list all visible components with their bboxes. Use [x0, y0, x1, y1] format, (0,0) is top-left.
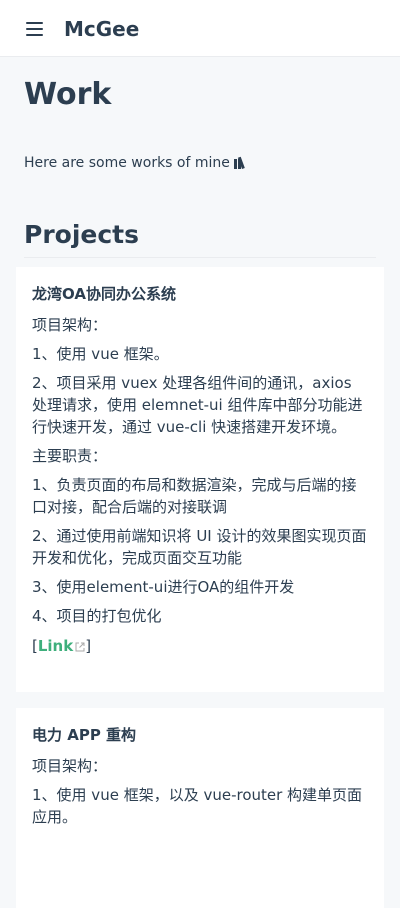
- project-title: 龙湾OA协同办公系统: [32, 285, 176, 303]
- project-line: 4、项目的打包优化: [32, 607, 162, 625]
- project-line: 项目架构：: [32, 757, 108, 775]
- intro-label: Here are some works of mine: [24, 155, 230, 171]
- project-link-label: Link: [37, 637, 74, 655]
- page-content: Work Here are some works of mine Project…: [16, 57, 384, 908]
- project-line: 项目架构：: [32, 316, 108, 334]
- site-name-link[interactable]: McGee: [64, 15, 139, 43]
- project-line: 1、使用 vue 框架。: [32, 345, 169, 363]
- project-line: 1、使用 vue 框架，以及 vue-router 构建单页面应用。: [32, 786, 363, 826]
- menu-icon[interactable]: [24, 18, 48, 40]
- project-line: 2、通过使用前端知识将 UI 设计的效果图实现页面开发和优化，完成页面交互功能: [32, 527, 367, 567]
- external-link-icon: [75, 642, 85, 652]
- navbar: McGee: [0, 0, 400, 57]
- project-line: 2、项目采用 vuex 处理各组件间的通讯，axios 处理请求，使用 elem…: [32, 374, 363, 436]
- project-line: 1、负责页面的布局和数据渲染，完成与后端的接口对接，配合后端的对接联调: [32, 476, 357, 516]
- project-link[interactable]: Link: [38, 637, 85, 655]
- project-line: 3、使用element-ui进行OA的组件开发: [32, 578, 295, 596]
- intro-text: Here are some works of mine: [24, 153, 376, 173]
- projects-heading: Projects: [24, 219, 376, 258]
- link-bracket-close: ]: [85, 637, 92, 655]
- project-link-row: [Link ]: [32, 635, 368, 657]
- project-line: 主要职责：: [32, 447, 108, 465]
- books-icon: [233, 156, 248, 169]
- project-card: 龙湾OA协同办公系统 项目架构： 1、使用 vue 框架。 2、项目采用 vue…: [16, 267, 384, 692]
- project-title: 电力 APP 重构: [32, 726, 137, 744]
- page-title: Work: [24, 77, 112, 112]
- project-card: 电力 APP 重构 项目架构： 1、使用 vue 框架，以及 vue-route…: [16, 708, 384, 908]
